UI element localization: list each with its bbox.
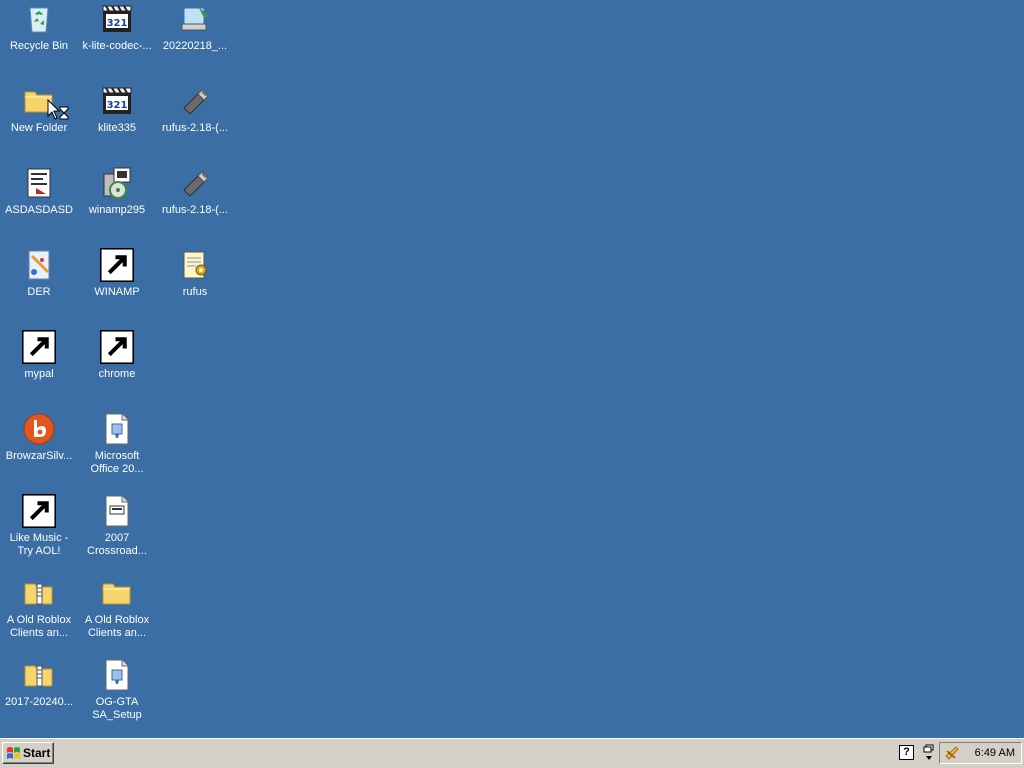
usb-drive-icon [178,84,212,118]
shortcut-arrow-icon [100,330,134,364]
chrome-icon [100,330,134,364]
desktop-icon-label: rufus-2.18-(... [161,204,229,216]
desktop-icon-label: Recycle Bin [9,40,69,52]
svg-text:321: 321 [107,100,128,111]
windows-flag-icon [7,747,20,759]
desktop-icon-label: 20220218_... [162,40,228,52]
desktop-icon-asdasdasd[interactable]: ASDASDASD [0,166,78,244]
network-tray-icon[interactable] [922,744,936,762]
document-icon [22,166,56,200]
desktop-icon-old-roblox-zip[interactable]: A Old Roblox Clients an... [0,576,78,654]
media-player-classic-icon: 321 [100,84,134,118]
folder-icon [22,84,56,118]
desktop-icon-label: k-lite-codec-... [82,40,152,52]
system-tray: 6:49 AM [939,742,1022,764]
desktop-icon-label: mypal [24,368,54,380]
raccoon-browser-icon [22,330,56,364]
help-tray-icon[interactable]: ? [899,745,914,760]
desktop-icon-label: rufus-2.18-(... [161,122,229,134]
desktop-icon-label: ASDASDASD [5,204,73,216]
desktop-icon-mypal[interactable]: mypal [0,330,78,408]
desktop-icon-og-gta-sa-setup[interactable]: OG-GTA SA_Setup [78,658,156,736]
desktop-icon-recycle-bin[interactable]: Recycle Bin [0,2,78,80]
desktop-icon-label: klite335 [98,122,136,134]
desktop-icon-rufus-config[interactable]: rufus [156,248,234,326]
setup-file-icon [100,658,134,692]
desktop-icon-label: WINAMP [94,286,140,298]
desktop-icon-label: rufus [182,286,208,298]
start-button[interactable]: Start [2,742,54,764]
desktop-icon-2007-crossroad[interactable]: 2007 Crossroad... [78,494,156,572]
desktop-icon-label: DER [27,286,51,298]
desktop-icon-20220218[interactable]: 20220218_... [156,2,234,80]
desktop-icon-old-roblox-folder[interactable]: A Old Roblox Clients an... [78,576,156,654]
browzar-icon [22,412,56,446]
desktop-icon-chrome[interactable]: chrome [78,330,156,408]
shortcut-arrow-icon [22,330,56,364]
recycle-bin-icon [22,2,56,36]
aol-music-icon [22,494,56,528]
zip-folder-icon [22,576,56,610]
text-file-icon [100,494,134,528]
desktop-icon-browzarsilver[interactable]: BrowzarSilv... [0,412,78,490]
desktop-icon-label: 2017-20240... [5,696,73,708]
shortcut-arrow-icon [22,494,56,528]
desktop-icon-like-music-aol[interactable]: Like Music - Try AOL! [0,494,78,572]
desktop-icon-rufus-1[interactable]: rufus-2.18-(... [156,84,234,162]
paint-document-icon [22,248,56,282]
desktop-icon-new-folder[interactable]: New Folder [0,84,78,162]
desktop-icon-label: OG-GTA SA_Setup [92,696,142,721]
desktop-icon-microsoft-office[interactable]: Microsoft Office 20... [78,412,156,490]
svg-text:321: 321 [107,18,128,29]
tray-clock[interactable]: 6:49 AM [975,747,1015,759]
winamp-icon [100,248,134,282]
desktop-icon-klite335[interactable]: 321 klite335 [78,84,156,162]
taskbar: Start ? 6:49 AM [0,738,1024,768]
shortcut-arrow-icon [100,248,134,282]
zip-folder-icon [22,658,56,692]
computer-installer-icon [178,2,212,36]
media-player-classic-icon: 321 [100,2,134,36]
desktop-icon-label: Microsoft Office 20... [90,450,144,475]
installer-cd-icon [100,166,134,200]
desktop-icon-label: Like Music - Try AOL! [9,532,69,557]
desktop-icon-label: winamp295 [88,204,146,216]
folder-icon [100,576,134,610]
winamp-tray-icon[interactable] [944,745,960,761]
usb-drive-icon [178,166,212,200]
notepad-config-icon [178,248,212,282]
desktop-icon-label: A Old Roblox Clients an... [6,614,72,639]
desktop-icon-label: New Folder [10,122,68,134]
start-label: Start [23,746,51,760]
desktop-icon-k-lite-codec[interactable]: 321 k-lite-codec-... [78,2,156,80]
desktop-icon-label: BrowzarSilv... [5,450,73,462]
desktop-icon-label: A Old Roblox Clients an... [84,614,150,639]
desktop-icon-label: chrome [98,368,136,380]
desktop-icon-rufus-2[interactable]: rufus-2.18-(... [156,166,234,244]
desktop-icon-der[interactable]: DER [0,248,78,326]
desktop-icon-label: 2007 Crossroad... [87,532,147,557]
desktop: Recycle Bin New Folder ASDASDASD DER myp… [0,0,1024,738]
desktop-icon-winamp295[interactable]: winamp295 [78,166,156,244]
office-setup-file-icon [100,412,134,446]
desktop-icon-winamp[interactable]: WINAMP [78,248,156,326]
desktop-icon-2017-2024-zip[interactable]: 2017-20240... [0,658,78,736]
